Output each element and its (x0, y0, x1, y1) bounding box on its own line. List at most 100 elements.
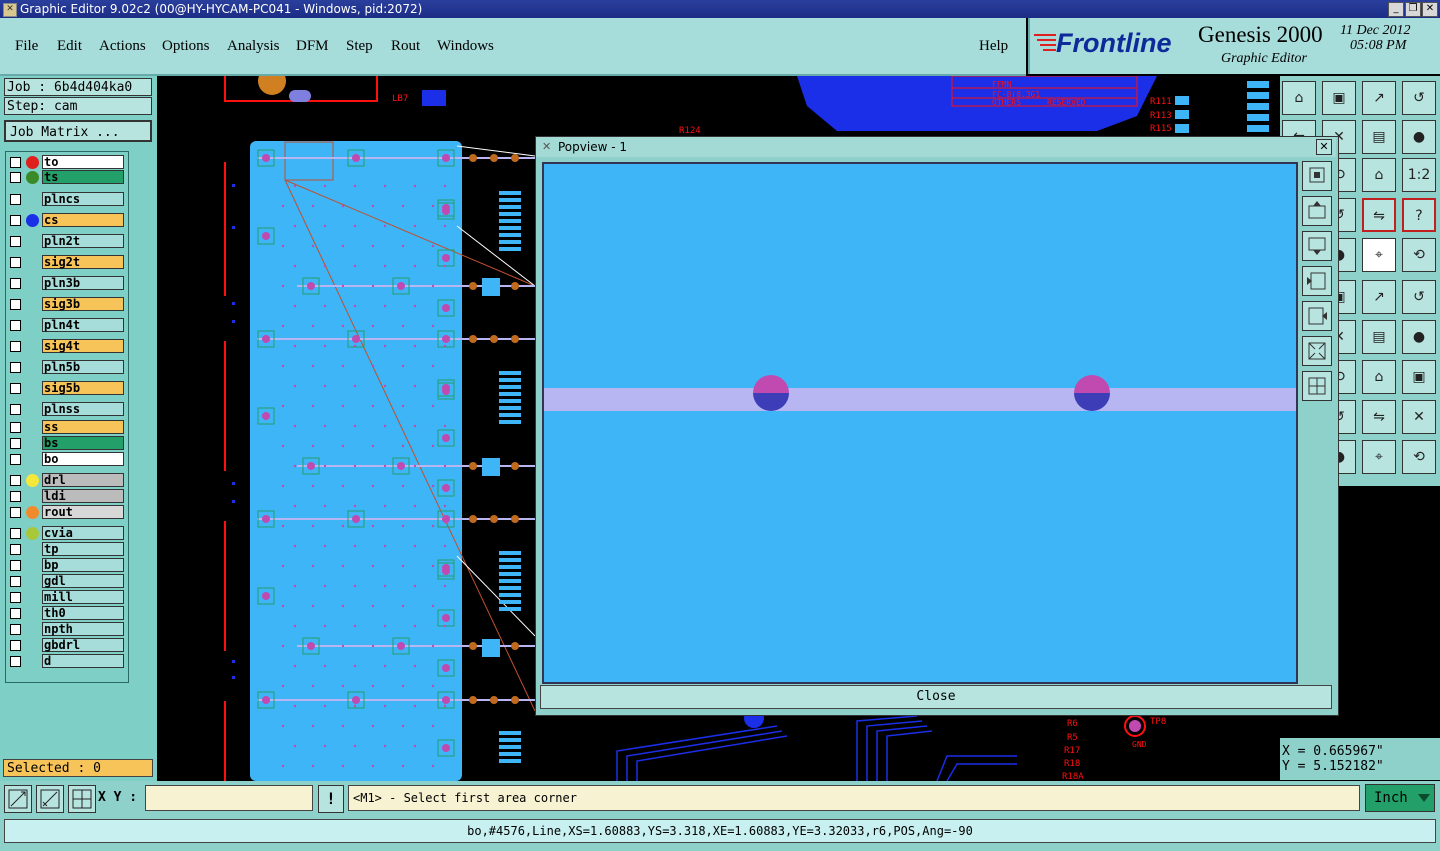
layer-checkbox[interactable] (10, 528, 21, 539)
layer-checkbox[interactable] (10, 507, 21, 518)
measure-icon[interactable] (36, 785, 64, 813)
job-matrix-button[interactable]: Job Matrix ... (4, 120, 152, 142)
layer-name[interactable]: gdl (42, 574, 124, 588)
layer-row-plnss[interactable]: plnss (7, 402, 127, 417)
tool-button-r3-c3[interactable]: ⌂ (1362, 158, 1396, 192)
layer-name[interactable]: ldi (42, 489, 124, 503)
layer-checkbox[interactable] (10, 194, 21, 205)
layer-name[interactable]: sig5b (42, 381, 124, 395)
popview-canvas[interactable] (542, 162, 1298, 684)
tool-button-r2-c3[interactable]: ▤ (1362, 120, 1396, 154)
layer-name[interactable]: gbdrl (42, 638, 124, 652)
layer-row-bp[interactable]: bp (7, 558, 127, 573)
layer-checkbox[interactable] (10, 172, 21, 183)
snap-mode-icon[interactable] (4, 785, 32, 813)
layer-name[interactable]: sig4t (42, 339, 124, 353)
layer-color-dot[interactable] (26, 156, 39, 169)
close-window-button[interactable]: ✕ (1422, 2, 1438, 17)
tool-button-r1-c3[interactable]: ↗ (1362, 81, 1396, 115)
layer-checkbox[interactable] (10, 656, 21, 667)
tool-button-r9-c4[interactable]: ✕ (1402, 400, 1436, 434)
layer-row-bs[interactable]: bs (7, 436, 127, 451)
layer-name[interactable]: pln2t (42, 234, 124, 248)
layer-checkbox[interactable] (10, 624, 21, 635)
layer-row-cs[interactable]: cs (7, 213, 127, 228)
popview-zoom-area-button[interactable] (1302, 336, 1332, 366)
menu-actions[interactable]: Actions (99, 38, 146, 55)
menu-analysis[interactable]: Analysis (227, 38, 280, 55)
layer-name[interactable]: cvia (42, 526, 124, 540)
layer-row-pln2t[interactable]: pln2t (7, 234, 127, 249)
layer-row-mill[interactable]: mill (7, 590, 127, 605)
popview-pan-left-button[interactable] (1302, 266, 1332, 296)
layer-name[interactable]: d (42, 654, 124, 668)
popview-close-icon[interactable]: ✕ (1316, 139, 1332, 155)
tool-button-r4-c4[interactable]: ? (1402, 198, 1436, 232)
menu-edit[interactable]: Edit (57, 38, 82, 55)
layer-row-ts[interactable]: ts (7, 170, 127, 185)
popview-zoom-out-button[interactable] (1302, 231, 1332, 261)
layer-name[interactable]: pln3b (42, 276, 124, 290)
menu-dfm[interactable]: DFM (296, 38, 329, 55)
grid-icon[interactable] (68, 785, 96, 813)
layer-name[interactable]: ss (42, 420, 124, 434)
layer-row-sig4t[interactable]: sig4t (7, 339, 127, 354)
layer-name[interactable]: plnss (42, 402, 124, 416)
layer-color-dot[interactable] (26, 171, 39, 184)
layer-checkbox[interactable] (10, 560, 21, 571)
popview-home-button[interactable] (1302, 371, 1332, 401)
layer-name[interactable]: rout (42, 505, 124, 519)
minimize-button[interactable]: _ (1388, 2, 1404, 17)
layer-checkbox[interactable] (10, 383, 21, 394)
layer-checkbox[interactable] (10, 157, 21, 168)
layer-checkbox[interactable] (10, 320, 21, 331)
layer-row-plncs[interactable]: plncs (7, 192, 127, 207)
layer-checkbox[interactable] (10, 640, 21, 651)
layer-checkbox[interactable] (10, 422, 21, 433)
layer-row-th0[interactable]: th0 (7, 606, 127, 621)
layer-row-pln3b[interactable]: pln3b (7, 276, 127, 291)
popview-zoom-in-button[interactable] (1302, 196, 1332, 226)
layer-name[interactable]: tp (42, 542, 124, 556)
layer-checkbox[interactable] (10, 278, 21, 289)
tool-button-r1-c1[interactable]: ⌂ (1282, 81, 1316, 115)
tool-button-r1-c2[interactable]: ▣ (1322, 81, 1356, 115)
tool-button-r2-c4[interactable]: ● (1402, 120, 1436, 154)
layer-name[interactable]: sig2t (42, 255, 124, 269)
menu-file[interactable]: File (15, 38, 38, 55)
layer-row-to[interactable]: to (7, 155, 127, 170)
layer-checkbox[interactable] (10, 475, 21, 486)
layer-name[interactable]: bo (42, 452, 124, 466)
layer-row-gbdrl[interactable]: gbdrl (7, 638, 127, 653)
layer-name[interactable]: cs (42, 213, 124, 227)
layer-name[interactable]: bs (42, 436, 124, 450)
layer-checkbox[interactable] (10, 215, 21, 226)
layer-checkbox[interactable] (10, 404, 21, 415)
layer-row-bo[interactable]: bo (7, 452, 127, 467)
layer-color-dot[interactable] (26, 474, 39, 487)
layer-checkbox[interactable] (10, 257, 21, 268)
tool-button-r4-c3[interactable]: ⇋ (1362, 198, 1396, 232)
layer-checkbox[interactable] (10, 362, 21, 373)
menu-help[interactable]: Help (979, 38, 1008, 55)
layer-checkbox[interactable] (10, 608, 21, 619)
tool-button-r10-c3[interactable]: ⌖ (1362, 440, 1396, 474)
layer-name[interactable]: npth (42, 622, 124, 636)
popview-close-button[interactable]: Close (540, 685, 1332, 709)
tool-button-r5-c3[interactable]: ⌖ (1362, 238, 1396, 272)
layer-row-cvia[interactable]: cvia (7, 526, 127, 541)
tool-button-r10-c4[interactable]: ⟲ (1402, 440, 1436, 474)
menu-rout[interactable]: Rout (391, 38, 420, 55)
layer-name[interactable]: th0 (42, 606, 124, 620)
layer-row-pln4t[interactable]: pln4t (7, 318, 127, 333)
tool-button-r1-c4[interactable]: ↺ (1402, 81, 1436, 115)
layer-checkbox[interactable] (10, 491, 21, 502)
popview-pan-right-button[interactable] (1302, 301, 1332, 331)
layer-name[interactable]: mill (42, 590, 124, 604)
layer-color-dot[interactable] (26, 214, 39, 227)
tool-button-r5-c4[interactable]: ⟲ (1402, 238, 1436, 272)
layer-row-ldi[interactable]: ldi (7, 489, 127, 504)
layer-row-pln5b[interactable]: pln5b (7, 360, 127, 375)
layer-row-gdl[interactable]: gdl (7, 574, 127, 589)
layer-row-tp[interactable]: tp (7, 542, 127, 557)
